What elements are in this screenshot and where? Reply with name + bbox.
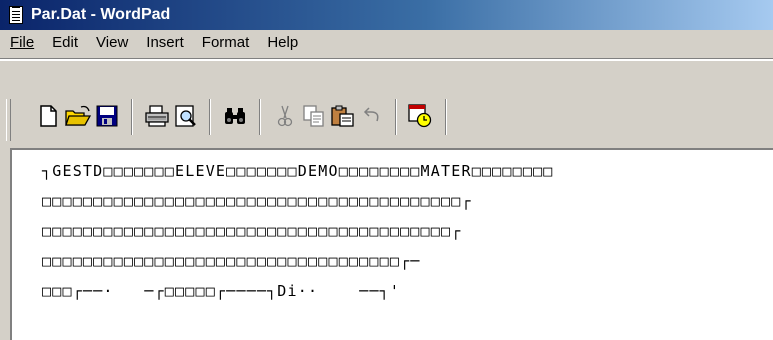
find-button[interactable]: [221, 102, 249, 130]
menu-help[interactable]: Help: [257, 32, 306, 54]
document-line: □□□□□□□□□□□□□□□□□□□□□□□□□□□□□□□□□□□┌─: [42, 252, 421, 270]
binoculars-icon: [225, 108, 245, 124]
toolbar-separator: [131, 99, 133, 135]
title-bar[interactable]: Par.Dat - WordPad: [0, 0, 773, 30]
menu-file[interactable]: File: [0, 32, 42, 54]
cut-button[interactable]: [271, 102, 299, 130]
toolbar-separator: [445, 99, 447, 135]
new-document-icon: [40, 105, 57, 127]
print-preview-button[interactable]: [172, 102, 200, 130]
date-time-button[interactable]: [406, 102, 434, 130]
printer-icon: [145, 105, 169, 127]
paste-button[interactable]: [329, 102, 357, 130]
wordpad-document-icon: [9, 6, 23, 24]
copy-icon: [303, 105, 324, 127]
toolbar-grip[interactable]: [6, 99, 11, 141]
print-button[interactable]: [143, 102, 171, 130]
paste-icon: [331, 105, 354, 127]
menu-view[interactable]: View: [86, 32, 136, 54]
open-folder-icon: [65, 105, 91, 126]
new-document-button[interactable]: [35, 102, 63, 130]
save-disk-icon: [96, 105, 118, 127]
undo-button[interactable]: [358, 102, 386, 130]
document-editor[interactable]: ┐GESTD□□□□□□□ELEVE□□□□□□□DEMO□□□□□□□□MAT…: [10, 148, 773, 340]
date-time-icon: [408, 104, 432, 128]
undo-icon: [363, 107, 379, 122]
menu-bar: File Edit View Insert Format Help: [0, 30, 773, 56]
document-line: □□□┌──· ─┌□□□□□┌────┐Di·· ──┐': [42, 282, 401, 300]
toolbar-separator: [209, 99, 211, 135]
toolbar: [0, 60, 773, 148]
document-line: □□□□□□□□□□□□□□□□□□□□□□□□□□□□□□□□□□□□□□□□…: [42, 222, 462, 240]
document-line: ┐GESTD□□□□□□□ELEVE□□□□□□□DEMO□□□□□□□□MAT…: [42, 162, 554, 180]
document-line: □□□□□□□□□□□□□□□□□□□□□□□□□□□□□□□□□□□□□□□□…: [42, 192, 472, 210]
menu-edit[interactable]: Edit: [42, 32, 86, 54]
save-button[interactable]: [93, 102, 121, 130]
menu-format[interactable]: Format: [192, 32, 258, 54]
scissors-icon: [277, 105, 293, 127]
copy-button[interactable]: [300, 102, 328, 130]
open-button[interactable]: [64, 102, 92, 130]
toolbar-separator: [395, 99, 397, 135]
toolbar-separator: [259, 99, 261, 135]
print-preview-icon: [175, 105, 196, 127]
menu-insert[interactable]: Insert: [136, 32, 192, 54]
window-title: Par.Dat - WordPad: [31, 6, 171, 23]
menu-file-label: File: [10, 34, 35, 51]
